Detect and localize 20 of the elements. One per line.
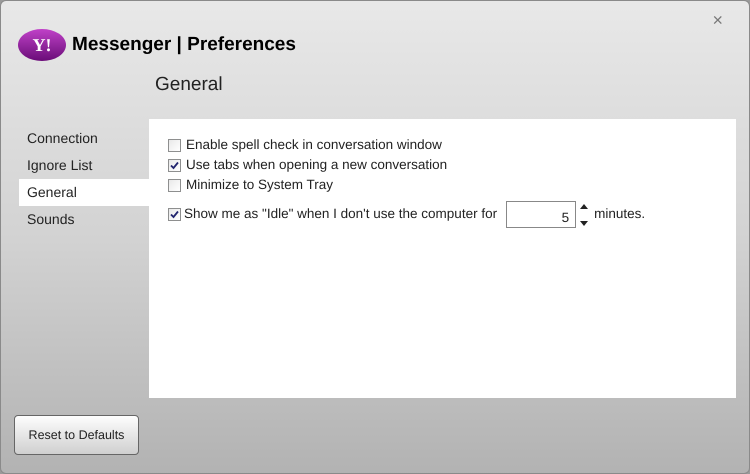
sidebar-item[interactable]: General [19, 179, 149, 206]
logo-icon: Y! [18, 29, 66, 61]
sidebar-item[interactable]: Connection [19, 125, 149, 152]
checkbox[interactable] [168, 178, 181, 192]
sidebar-item[interactable]: Ignore List [19, 152, 149, 179]
reset-button[interactable]: Reset to Defaults [14, 415, 139, 455]
sidebar-item[interactable]: Sounds [19, 206, 149, 233]
option-label: Use tabs when opening a new conversation [186, 156, 448, 174]
minutes-field[interactable]: 5 [506, 201, 576, 228]
spinner-arrows-icon[interactable] [579, 202, 590, 228]
checkbox[interactable] [168, 138, 181, 152]
option-label: Minimize to System Tray [186, 176, 334, 194]
option-label: Enable spell check in conversation window [186, 136, 442, 154]
checkbox[interactable] [168, 158, 181, 172]
option-suffix: minutes. [594, 205, 646, 224]
close-button[interactable]: × [712, 11, 723, 29]
checkbox[interactable] [168, 208, 181, 221]
window-title: Messenger | Preferences [72, 32, 296, 57]
option-label: Show me as "Idle" when I don't use the computer for [184, 205, 498, 224]
section-title: General [155, 73, 224, 97]
